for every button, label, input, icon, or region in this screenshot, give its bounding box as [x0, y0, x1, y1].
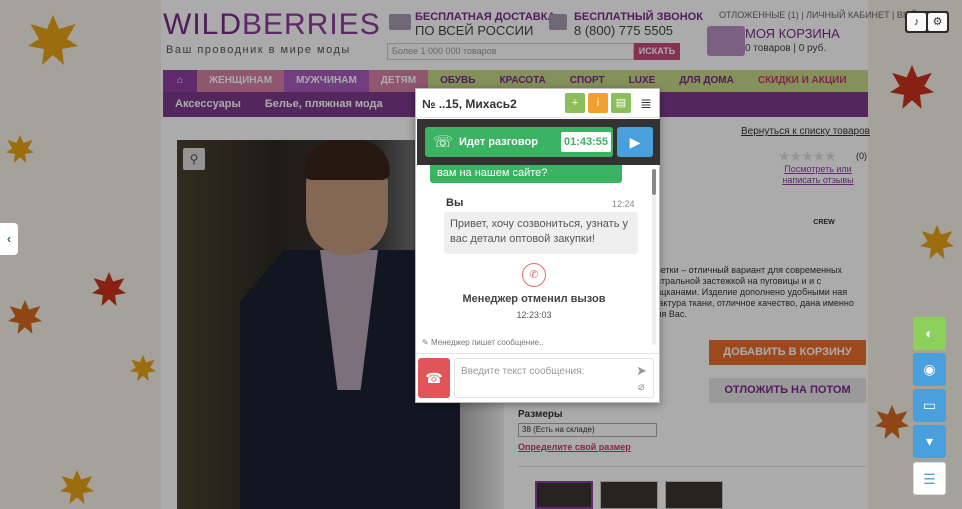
call-status: ☏ Идет разговор 01:43:55 — [425, 127, 613, 157]
menu-icon[interactable]: ≣ — [636, 93, 656, 113]
typing-text: Менеджер пишет сообщение.. — [430, 338, 544, 347]
scrollbar-track[interactable] — [652, 195, 656, 345]
info-icon[interactable]: i — [588, 93, 608, 113]
operator-message: вам на нашем сайте? — [430, 165, 622, 183]
chat-input-area: ☎ Введите текст сообщения: ➤ ⌀ — [416, 353, 659, 402]
collapse-panel-tab[interactable]: ‹ — [0, 223, 18, 255]
pencil-icon: ✎ — [422, 338, 431, 347]
eye-icon[interactable]: ◉ — [913, 353, 946, 386]
missed-call-time: 12:23:03 — [516, 310, 552, 320]
widget-top-controls: ♪ ⚙ — [905, 11, 949, 33]
call-status-label: Идет разговор — [459, 136, 538, 148]
sender-name: Вы — [446, 197, 464, 209]
typing-indicator: ✎ Менеджер пишет сообщение.. — [422, 338, 544, 347]
hang-up-button[interactable]: ☎ — [418, 358, 450, 398]
chat-window: № ..15, Михась2 + i ▤ ≣ ☏ Идет разговор … — [415, 88, 660, 403]
add-user-icon[interactable]: + — [565, 93, 585, 113]
gear-icon[interactable]: ⚙ — [928, 13, 947, 31]
pointer-icon[interactable]: ▾ — [913, 425, 946, 458]
message-time: 12:24 — [612, 199, 635, 209]
cursor-screen-icon[interactable]: ▭ — [913, 389, 946, 422]
bell-icon[interactable]: ♪ — [907, 13, 926, 31]
scrollbar-thumb[interactable] — [652, 169, 656, 195]
user-message: Привет, хочу созвониться, узнать у вас д… — [444, 212, 638, 254]
video-camera-icon[interactable]: ▶ — [617, 127, 653, 157]
message-input[interactable]: Введите текст сообщения: — [454, 358, 654, 398]
chat-header: № ..15, Михась2 + i ▤ ≣ — [416, 89, 659, 118]
chat-title: № ..15, Михась2 — [422, 97, 517, 111]
send-icon[interactable]: ➤ — [636, 363, 647, 379]
phone-icon: ☏ — [433, 134, 454, 151]
call-timer: 01:43:55 — [561, 132, 611, 152]
chevron-left-icon: ‹ — [6, 231, 12, 246]
hang-up-icon: ☎ — [425, 370, 443, 386]
form-icon[interactable]: ☰ — [913, 462, 946, 495]
call-bar: ☏ Идет разговор 01:43:55 ▶ — [417, 119, 660, 165]
missed-call-icon: ✆ — [522, 263, 546, 287]
missed-call-label: Менеджер отменил вызов — [462, 293, 606, 305]
attach-icon[interactable]: ⌀ — [638, 380, 645, 393]
mouse-icon[interactable]: ◐ — [913, 317, 946, 350]
message-icon[interactable]: ▤ — [611, 93, 631, 113]
